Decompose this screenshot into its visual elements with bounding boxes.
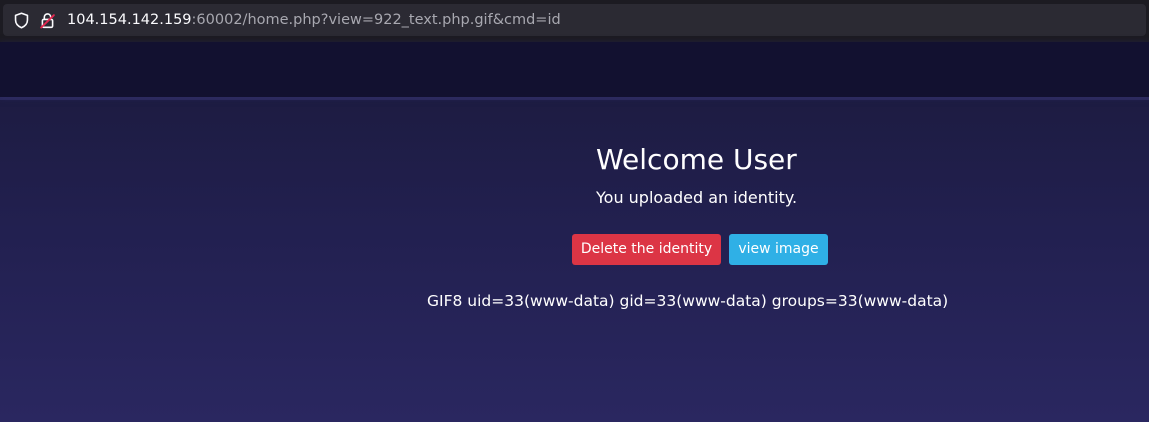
lock-icon[interactable] [39, 12, 56, 29]
page-title: Welcome User [596, 143, 797, 176]
url-path: :60002/home.php?view=922_text.php.gif&cm… [191, 12, 561, 28]
page-body: Welcome User You uploaded an identity. D… [0, 42, 1149, 422]
url-bar[interactable]: 104.154.142.159:60002/home.php?view=922_… [3, 4, 1146, 36]
upload-status-text: You uploaded an identity. [596, 188, 798, 207]
delete-identity-button[interactable]: Delete the identity [572, 234, 721, 265]
url-text[interactable]: 104.154.142.159:60002/home.php?view=922_… [67, 11, 561, 29]
browser-toolbar: 104.154.142.159:60002/home.php?view=922_… [0, 0, 1149, 42]
command-output: GIF8 uid=33(www-data) gid=33(www-data) g… [427, 292, 949, 310]
url-host: 104.154.142.159 [67, 12, 192, 28]
main-content: Welcome User You uploaded an identity. D… [0, 42, 1149, 422]
view-image-button[interactable]: view image [729, 234, 828, 265]
shield-icon[interactable] [13, 12, 30, 29]
